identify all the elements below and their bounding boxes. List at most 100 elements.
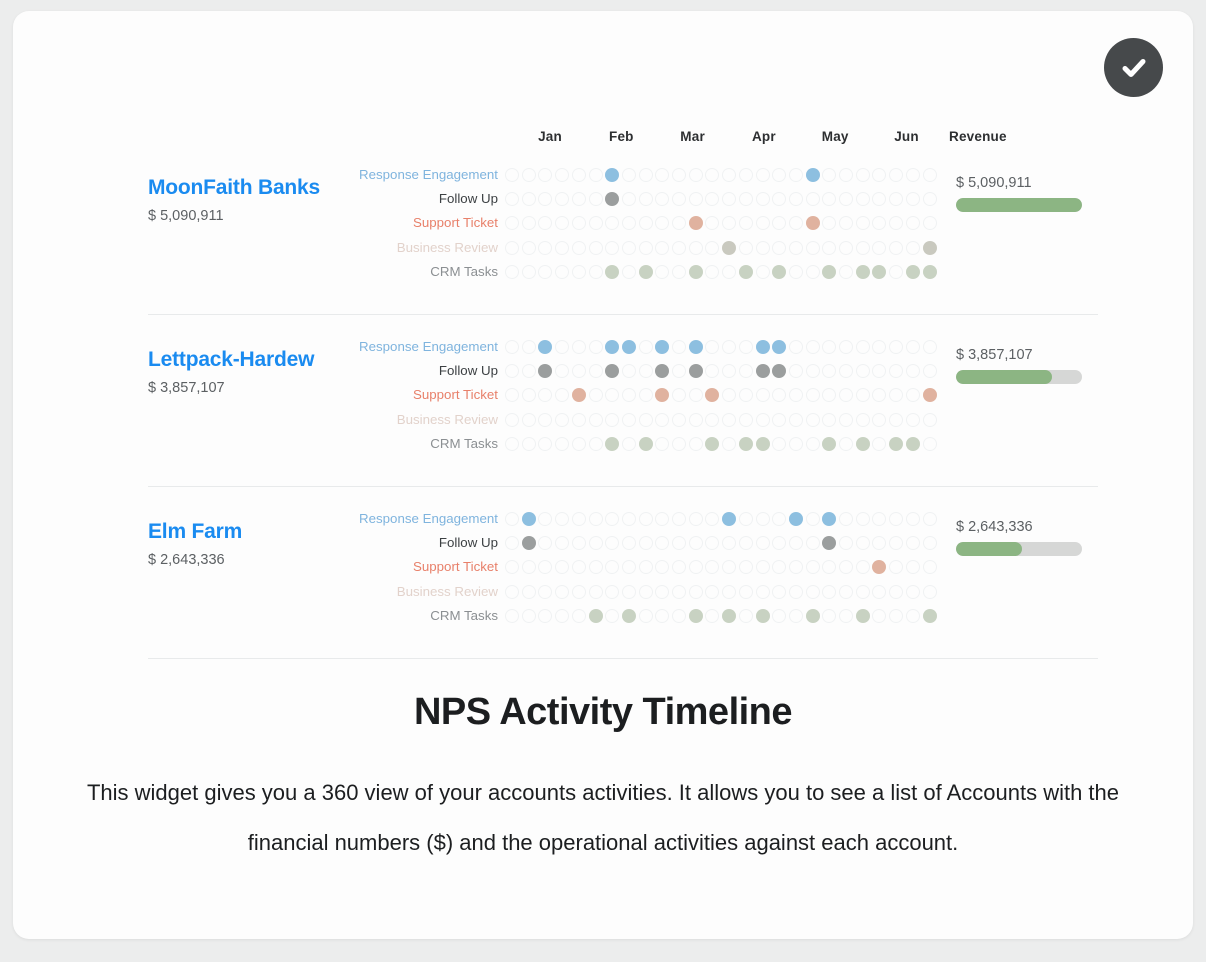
activity-dot-empty[interactable] [822, 192, 837, 207]
activity-dot-empty[interactable] [905, 192, 920, 207]
activity-dot-empty[interactable] [738, 192, 753, 207]
activity-dot-empty[interactable] [705, 168, 720, 182]
activity-dot-empty[interactable] [755, 536, 770, 551]
activity-dot-empty[interactable] [772, 512, 787, 526]
activity-dot-empty[interactable] [605, 512, 620, 526]
activity-dot-empty[interactable] [672, 340, 686, 354]
activity-dot-empty[interactable] [538, 388, 553, 403]
activity-dot-empty[interactable] [772, 192, 787, 207]
activity-dot-empty[interactable] [588, 436, 603, 451]
activity-dot-empty[interactable] [855, 584, 870, 599]
activity-dot-empty[interactable] [922, 340, 937, 354]
activity-dot-empty[interactable] [588, 364, 603, 379]
activity-dot-empty[interactable] [755, 388, 770, 403]
activity-dot-empty[interactable] [588, 264, 603, 279]
activity-dot-empty[interactable] [722, 168, 737, 182]
activity-dot-empty[interactable] [755, 240, 770, 255]
activity-dot-empty[interactable] [839, 512, 853, 526]
activity-dot-empty[interactable] [638, 388, 653, 403]
activity-dot-empty[interactable] [889, 340, 904, 354]
activity-dot-empty[interactable] [621, 388, 636, 403]
activity-dot-empty[interactable] [638, 560, 653, 575]
activity-dot-empty[interactable] [788, 264, 803, 279]
activity-dot-empty[interactable] [638, 412, 653, 427]
activity-dot-empty[interactable] [772, 388, 787, 403]
activity-dot-active[interactable] [705, 388, 720, 403]
activity-dot-empty[interactable] [588, 536, 603, 551]
activity-dot-empty[interactable] [839, 364, 853, 379]
activity-dot-empty[interactable] [788, 412, 803, 427]
activity-dot-active[interactable] [571, 388, 586, 403]
activity-dot-active[interactable] [621, 608, 636, 623]
activity-dot-empty[interactable] [571, 192, 586, 207]
activity-dot-empty[interactable] [538, 216, 553, 231]
activity-dot-active[interactable] [521, 512, 536, 526]
activity-dot-empty[interactable] [872, 512, 887, 526]
activity-dot-empty[interactable] [905, 512, 920, 526]
activity-dot-empty[interactable] [872, 412, 887, 427]
activity-dot-empty[interactable] [872, 240, 887, 255]
activity-dot-empty[interactable] [521, 560, 536, 575]
activity-dot-empty[interactable] [839, 584, 853, 599]
activity-dot-empty[interactable] [872, 388, 887, 403]
activity-dot-empty[interactable] [922, 436, 937, 451]
activity-dot-empty[interactable] [855, 340, 870, 354]
activity-dot-empty[interactable] [555, 168, 570, 182]
activity-dot-empty[interactable] [722, 584, 737, 599]
activity-dot-empty[interactable] [605, 560, 620, 575]
activity-dot-empty[interactable] [755, 216, 770, 231]
activity-dot-empty[interactable] [822, 364, 837, 379]
activity-dot-empty[interactable] [505, 364, 519, 379]
activity-dot-empty[interactable] [555, 512, 570, 526]
activity-dot-empty[interactable] [555, 436, 570, 451]
activity-dot-empty[interactable] [521, 608, 536, 623]
activity-dot-empty[interactable] [588, 412, 603, 427]
activity-dot-empty[interactable] [621, 584, 636, 599]
activity-dot-empty[interactable] [839, 436, 853, 451]
activity-dot-empty[interactable] [638, 168, 653, 182]
activity-dot-empty[interactable] [738, 512, 753, 526]
activity-dot-empty[interactable] [805, 240, 820, 255]
activity-dot-active[interactable] [905, 436, 920, 451]
activity-dot-empty[interactable] [905, 388, 920, 403]
activity-dot-empty[interactable] [705, 584, 720, 599]
activity-dot-empty[interactable] [555, 216, 570, 231]
activity-dot-empty[interactable] [822, 412, 837, 427]
activity-dot-empty[interactable] [855, 388, 870, 403]
activity-dot-empty[interactable] [889, 512, 904, 526]
activity-dot-empty[interactable] [905, 364, 920, 379]
activity-dot-empty[interactable] [722, 536, 737, 551]
activity-dot-empty[interactable] [505, 388, 519, 403]
activity-dot-empty[interactable] [655, 192, 670, 207]
activity-dot-active[interactable] [905, 264, 920, 279]
activity-dot-active[interactable] [922, 264, 937, 279]
activity-dot-empty[interactable] [788, 340, 803, 354]
activity-dot-empty[interactable] [638, 216, 653, 231]
activity-dot-empty[interactable] [855, 364, 870, 379]
activity-dot-empty[interactable] [538, 436, 553, 451]
activity-dot-active[interactable] [872, 560, 887, 575]
activity-dot-empty[interactable] [788, 436, 803, 451]
activity-dot-empty[interactable] [738, 168, 753, 182]
activity-dot-empty[interactable] [538, 512, 553, 526]
activity-dot-empty[interactable] [905, 340, 920, 354]
activity-dot-active[interactable] [755, 340, 770, 354]
activity-dot-active[interactable] [822, 264, 837, 279]
activity-dot-empty[interactable] [738, 584, 753, 599]
activity-dot-empty[interactable] [605, 388, 620, 403]
activity-dot-empty[interactable] [839, 608, 853, 623]
activity-dot-empty[interactable] [922, 364, 937, 379]
activity-dot-active[interactable] [605, 436, 620, 451]
activity-dot-empty[interactable] [788, 608, 803, 623]
activity-dot-empty[interactable] [788, 364, 803, 379]
activity-dot-empty[interactable] [805, 584, 820, 599]
activity-dot-active[interactable] [772, 340, 787, 354]
activity-dot-empty[interactable] [655, 168, 670, 182]
activity-dot-empty[interactable] [672, 608, 686, 623]
activity-dot-empty[interactable] [521, 340, 536, 354]
activity-dot-active[interactable] [772, 264, 787, 279]
activity-dot-empty[interactable] [738, 608, 753, 623]
activity-dot-empty[interactable] [822, 608, 837, 623]
activity-dot-empty[interactable] [705, 264, 720, 279]
activity-dot-active[interactable] [922, 388, 937, 403]
